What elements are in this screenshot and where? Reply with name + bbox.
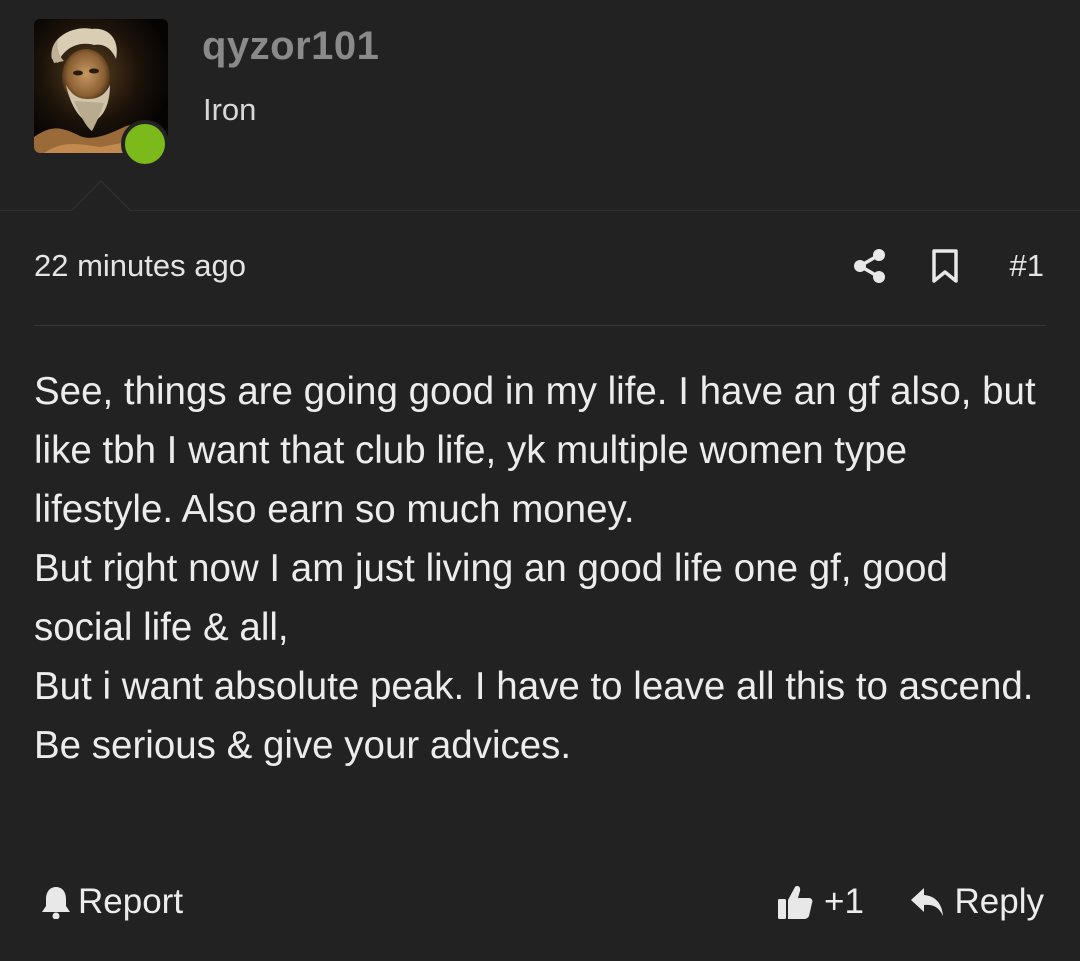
post-timestamp[interactable]: 22 minutes ago [34, 248, 246, 284]
report-label: Report [78, 882, 184, 921]
author-title: Iron [203, 92, 257, 127]
author-username[interactable]: qyzor101 [202, 24, 379, 69]
reply-arrow-icon [910, 888, 943, 916]
post-actions-footer: Report +1 Reply [34, 874, 1046, 934]
post-paragraph: See, things are going good in my life. I… [34, 370, 1036, 531]
like-count: +1 [824, 882, 864, 921]
online-status-indicator [121, 120, 169, 168]
like-button[interactable]: +1 [776, 882, 864, 922]
bookmark-icon[interactable] [930, 248, 960, 284]
post-number-link[interactable]: #1 [1010, 248, 1044, 284]
post-author-header: qyzor101 Iron [0, 0, 1080, 211]
avatar-container[interactable] [34, 19, 169, 168]
header-pointer-caret [71, 179, 131, 211]
reply-label: Reply [954, 882, 1044, 921]
post-paragraph: But i want absolute peak. I have to leav… [34, 665, 1034, 708]
bell-icon [42, 887, 70, 919]
report-button[interactable]: Report [40, 882, 183, 922]
share-icon[interactable] [852, 248, 888, 284]
post-paragraph: But right now I am just living an good l… [34, 547, 948, 649]
post-paragraph: Be serious & give your advices. [34, 724, 572, 767]
thumbs-up-icon [778, 886, 813, 919]
reply-button[interactable]: Reply [909, 882, 1044, 922]
meta-divider [34, 325, 1046, 326]
post-meta-row: 22 minutes ago #1 [34, 240, 1046, 294]
post-body: See, things are going good in my life. I… [34, 362, 1054, 775]
